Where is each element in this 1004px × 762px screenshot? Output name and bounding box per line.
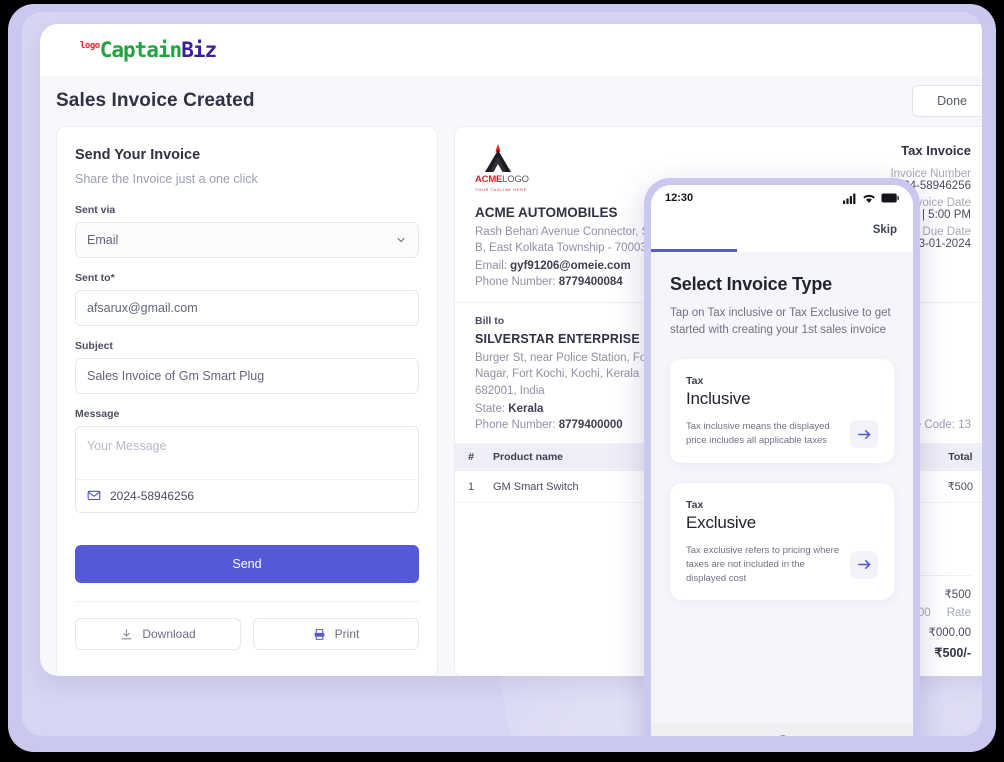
onboarding-progress-fill bbox=[651, 249, 738, 252]
message-field: Message Your Message 2024-58946256 bbox=[75, 408, 419, 513]
done-button[interactable]: Done bbox=[912, 85, 982, 117]
sent-to-label: Sent to* bbox=[75, 272, 115, 284]
tax-exclusive-kicker: Tax bbox=[686, 498, 704, 511]
total-subtotal-value: ₹500 bbox=[944, 589, 971, 601]
acme-word-gray: LOGO bbox=[502, 174, 529, 185]
arrow-right-icon bbox=[857, 560, 870, 570]
printer-icon bbox=[314, 628, 325, 640]
send-invoice-panel: Send Your Invoice Share the Invoice just… bbox=[56, 126, 438, 676]
acme-tagline: YOUR TAGLINE HERE bbox=[475, 186, 527, 192]
subject-input[interactable]: Sales Invoice of Gm Smart Plug bbox=[75, 358, 419, 394]
tax-invoice-title: Tax Invoice bbox=[901, 143, 971, 158]
back-icon[interactable] bbox=[711, 735, 725, 736]
send-panel-subtitle: Share the Invoice just a one click bbox=[75, 172, 258, 186]
page-header: Sales Invoice Created Done bbox=[40, 76, 982, 126]
buyer-state-label: State: bbox=[475, 403, 506, 416]
phone-status-bar: 12:30 bbox=[651, 185, 913, 211]
tax-inclusive-kicker: Tax bbox=[686, 375, 704, 388]
attachment-name: 2024-58946256 bbox=[110, 489, 195, 503]
arrow-right-icon bbox=[857, 429, 870, 439]
subject-label: Subject bbox=[75, 340, 113, 352]
message-box: Your Message 2024-58946256 bbox=[75, 426, 419, 513]
buyer-state-value: Kerala bbox=[508, 403, 544, 416]
logo-badge-text: logo bbox=[80, 40, 100, 51]
acme-logo: ACMELOGO YOUR TAGLINE HERE bbox=[475, 143, 529, 192]
status-clock: 12:30 bbox=[665, 192, 694, 204]
subject-field: Subject Sales Invoice of Gm Smart Plug bbox=[75, 340, 419, 394]
sent-via-label: Sent via bbox=[75, 204, 116, 216]
tax-inclusive-bottom: Tax inclusive means the displayed price … bbox=[686, 420, 878, 449]
brand-bar: logo CaptainBiz bbox=[40, 24, 982, 76]
logo-word-biz: Biz bbox=[181, 37, 217, 62]
battery-icon bbox=[881, 193, 899, 203]
message-label: Message bbox=[75, 408, 120, 420]
page-title: Sales Invoice Created bbox=[56, 90, 255, 111]
col-index: # bbox=[455, 443, 487, 472]
acme-word-red: ACME bbox=[475, 174, 503, 185]
recents-icon[interactable] bbox=[841, 736, 854, 737]
buyer-phone-value: 8779400000 bbox=[558, 419, 623, 432]
seller-email-label: Email: bbox=[475, 260, 507, 273]
sent-via-field: Sent via Email bbox=[75, 204, 419, 258]
logo-word-captain: Captain bbox=[99, 37, 183, 62]
phone-screen: 12:30 Skip Select Invoice Type Tap on Ta… bbox=[651, 185, 913, 736]
download-button[interactable]: Download bbox=[75, 618, 241, 650]
tax-exclusive-arrow-button[interactable] bbox=[850, 550, 878, 579]
onboarding-progress-track bbox=[651, 249, 913, 252]
cell-index: 1 bbox=[455, 471, 487, 504]
send-button[interactable]: Send bbox=[75, 545, 419, 583]
acme-mountain-icon bbox=[485, 144, 511, 172]
phone-mockup: 12:30 Skip Select Invoice Type Tap on Ta… bbox=[644, 178, 920, 736]
download-icon bbox=[121, 628, 132, 639]
skip-row: Skip bbox=[651, 211, 913, 249]
select-invoice-type-title: Select Invoice Type bbox=[670, 274, 832, 294]
select-invoice-type-subtitle: Tap on Tax inclusive or Tax Exclusive to… bbox=[670, 307, 891, 337]
seller-phone-label: Phone Number: bbox=[475, 276, 556, 289]
buyer-phone-label: Phone Number: bbox=[475, 419, 556, 432]
outer-frame: logo CaptainBiz Sales Invoice Created Do… bbox=[8, 4, 996, 752]
total-grand-value: ₹500/- bbox=[934, 646, 971, 660]
download-label: Download bbox=[142, 627, 196, 641]
divider bbox=[75, 601, 419, 602]
captainbiz-logo[interactable]: logo CaptainBiz bbox=[80, 37, 217, 62]
tax-exclusive-bottom: Tax exclusive refers to pricing where ta… bbox=[686, 544, 878, 587]
total-rate-label: Rate bbox=[946, 607, 971, 619]
total-tax-value: ₹000.00 bbox=[928, 627, 972, 639]
cellular-signal-icon bbox=[843, 193, 856, 204]
mail-attachment-icon bbox=[87, 490, 101, 501]
acme-wordmark: ACMELOGO bbox=[475, 174, 529, 185]
message-textarea[interactable]: Your Message bbox=[76, 427, 418, 479]
send-panel-title: Send Your Invoice bbox=[75, 147, 201, 163]
phone-content: Select Invoice Type Tap on Tax inclusive… bbox=[651, 252, 913, 723]
attachment-row[interactable]: 2024-58946256 bbox=[76, 479, 418, 512]
tax-inclusive-description: Tax inclusive means the displayed price … bbox=[686, 421, 830, 447]
chevron-down-icon bbox=[397, 237, 405, 243]
seller-phone-value: 8779400084 bbox=[558, 276, 623, 289]
tax-exclusive-name: Exclusive bbox=[686, 512, 757, 532]
download-print-row: Download Print bbox=[75, 618, 419, 650]
print-label: Print bbox=[334, 627, 360, 641]
sent-via-value: Email bbox=[87, 233, 119, 247]
frame-inner-band: logo CaptainBiz Sales Invoice Created Do… bbox=[22, 12, 982, 736]
tax-inclusive-card[interactable]: Tax Inclusive Tax inclusive means the di… bbox=[670, 359, 894, 463]
tax-inclusive-name: Inclusive bbox=[686, 389, 751, 409]
sent-via-select[interactable]: Email bbox=[75, 222, 419, 258]
col-total: Total bbox=[929, 443, 982, 472]
print-button[interactable]: Print bbox=[253, 618, 419, 650]
android-nav-bar bbox=[651, 723, 913, 736]
tax-inclusive-arrow-button[interactable] bbox=[850, 420, 878, 449]
home-icon[interactable] bbox=[776, 735, 790, 736]
wifi-icon bbox=[863, 194, 875, 203]
cell-total: ₹500 bbox=[929, 471, 982, 504]
tax-exclusive-description: Tax exclusive refers to pricing where ta… bbox=[686, 544, 840, 585]
sent-to-field: Sent to* afsarux@gmail.com bbox=[75, 272, 419, 326]
tax-exclusive-card[interactable]: Tax Exclusive Tax exclusive refers to pr… bbox=[670, 482, 894, 601]
skip-button[interactable]: Skip bbox=[873, 224, 897, 236]
seller-email-value: gyf91206@omeie.com bbox=[510, 260, 631, 273]
sent-to-input[interactable]: afsarux@gmail.com bbox=[75, 290, 419, 326]
status-icons bbox=[843, 193, 899, 204]
